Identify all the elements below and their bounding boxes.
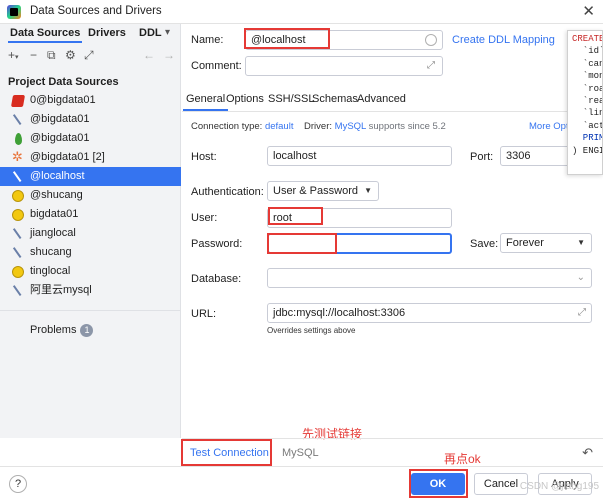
mysql-icon — [12, 283, 24, 297]
connection-type-value[interactable]: default — [265, 121, 294, 132]
tab-general[interactable]: General — [182, 93, 229, 111]
mongodb-icon — [15, 133, 22, 145]
tab-ssh-ssl[interactable]: SSH/SSL — [268, 93, 314, 105]
data-source-item[interactable]: @shucang — [0, 186, 181, 205]
annotation-highlight-user — [268, 207, 323, 225]
dropdown-triangle-icon: ▼ — [577, 238, 585, 247]
save-select[interactable]: Forever ▼ — [500, 233, 592, 253]
data-source-item[interactable]: ✲ @bigdata01 [2] — [0, 148, 181, 167]
problems-count-badge: 1 — [80, 324, 94, 337]
tab-ddl[interactable]: DDL — [139, 27, 162, 39]
mysql-icon — [12, 226, 24, 240]
database-select[interactable]: ⌄ — [267, 268, 592, 288]
spark-icon: ✲ — [12, 149, 23, 164]
properties-icon[interactable]: ⚙ — [65, 49, 76, 61]
expand-icon[interactable]: ⤢ — [427, 60, 435, 71]
host-label: Host: — [191, 151, 217, 163]
data-source-item[interactable]: bigdata01 — [0, 205, 181, 224]
watermark: CSDN @jiang195 — [519, 481, 599, 492]
mysql-tab[interactable]: MySQL — [282, 447, 319, 459]
save-label: Save: — [470, 238, 499, 250]
driver-link[interactable]: MySQL — [335, 121, 366, 132]
close-icon[interactable]: ✕ — [582, 2, 595, 20]
data-source-item[interactable]: jianglocal — [0, 224, 181, 243]
left-tabs: Data Sources Drivers DDL ▾ — [0, 24, 181, 44]
data-source-item[interactable]: shucang — [0, 243, 181, 262]
problems-item[interactable]: Problems 1 — [30, 324, 94, 337]
color-circle-icon[interactable] — [425, 34, 437, 46]
annotation-highlight-test-connection — [181, 439, 272, 466]
create-ddl-mapping-link[interactable]: Create DDL Mapping — [452, 34, 555, 46]
hive-icon — [12, 209, 24, 221]
annotation-highlight-ok — [409, 469, 468, 498]
annotation-highlight-name — [244, 28, 330, 49]
comment-label: Comment: — [191, 60, 242, 72]
remove-icon[interactable]: − — [30, 49, 37, 61]
chevron-down-icon[interactable]: ▾ — [165, 27, 170, 38]
url-field[interactable]: jdbc:mysql://localhost:3306 — [267, 303, 592, 323]
port-field[interactable]: 3306 — [500, 146, 570, 166]
annotation-highlight-password — [267, 233, 337, 254]
tab-options[interactable]: Options — [226, 93, 264, 105]
host-field[interactable]: localhost — [267, 146, 452, 166]
password-label: Password: — [191, 238, 243, 250]
forward-arrow-icon[interactable]: → — [163, 49, 175, 61]
undo-icon[interactable]: ↶ — [582, 445, 593, 461]
export-icon[interactable]: ⤢ — [84, 49, 94, 61]
tab-drivers[interactable]: Drivers — [88, 27, 126, 39]
redis-icon — [10, 95, 26, 107]
mysql-icon — [12, 245, 24, 259]
title-bar: Data Sources and Drivers ✕ — [0, 0, 603, 24]
data-source-item[interactable]: 0@bigdata01 — [0, 91, 181, 110]
datagrip-app-icon — [7, 5, 21, 19]
mysql-icon — [12, 112, 24, 126]
data-source-item-selected[interactable]: @localhost — [0, 167, 181, 186]
comment-field[interactable] — [245, 56, 443, 76]
data-source-item[interactable]: tinglocal — [0, 262, 181, 281]
more-options-link[interactable]: More Opti — [529, 121, 571, 132]
ddl-preview-popup: CREATE `id` `can `mon `roa `rea `lin `ac… — [567, 30, 603, 175]
right-panel: Name: @localhost Create DDL Mapping Comm… — [182, 24, 603, 438]
connection-type-row: Connection type: default Driver: MySQL s… — [191, 121, 446, 132]
port-label: Port: — [470, 151, 494, 163]
left-toolbar: +▾ − ⧉ ⚙ ⤢ ← → — [0, 46, 181, 66]
database-label: Database: — [191, 273, 242, 285]
left-panel: Data Sources Drivers DDL ▾ +▾ − ⧉ ⚙ ⤢ ← … — [0, 24, 181, 438]
window-title: Data Sources and Drivers — [30, 5, 162, 17]
tab-schemas[interactable]: Schemas — [312, 93, 358, 105]
authentication-label: Authentication: — [191, 186, 264, 198]
name-label: Name: — [191, 34, 224, 46]
authentication-select[interactable]: User & Password ▼ — [267, 181, 379, 201]
data-source-item[interactable]: @bigdata01 — [0, 129, 181, 148]
hive-icon — [12, 190, 24, 202]
divider — [0, 310, 181, 311]
dropdown-triangle-icon: ▼ — [364, 186, 372, 195]
tab-advanced[interactable]: Advanced — [357, 93, 406, 105]
data-source-item[interactable]: 阿里云mysql — [0, 281, 181, 300]
tab-data-sources[interactable]: Data Sources — [7, 27, 83, 43]
duplicate-icon[interactable]: ⧉ — [47, 49, 56, 61]
settings-tabs: General Options SSH/SSL Schemas Advanced — [182, 90, 603, 112]
add-icon[interactable]: +▾ — [8, 49, 19, 64]
mysql-icon — [12, 169, 24, 183]
project-data-sources-header: Project Data Sources — [8, 76, 119, 88]
hive-icon — [12, 266, 24, 278]
user-label: User: — [191, 212, 218, 224]
expand-icon[interactable]: ⤢ — [578, 307, 586, 318]
url-label: URL: — [191, 308, 217, 320]
data-source-list: 0@bigdata01 @bigdata01 @bigdata01 ✲ @bigd… — [0, 91, 181, 300]
dialog-footer: ? OK Cancel Apply CSDN @jiang195 — [0, 466, 603, 500]
back-arrow-icon[interactable]: ← — [143, 49, 155, 61]
chevron-down-icon: ⌄ — [576, 272, 585, 283]
url-hint: Overrides settings above — [267, 326, 356, 335]
help-icon[interactable]: ? — [9, 475, 27, 493]
data-source-item[interactable]: @bigdata01 — [0, 110, 181, 129]
